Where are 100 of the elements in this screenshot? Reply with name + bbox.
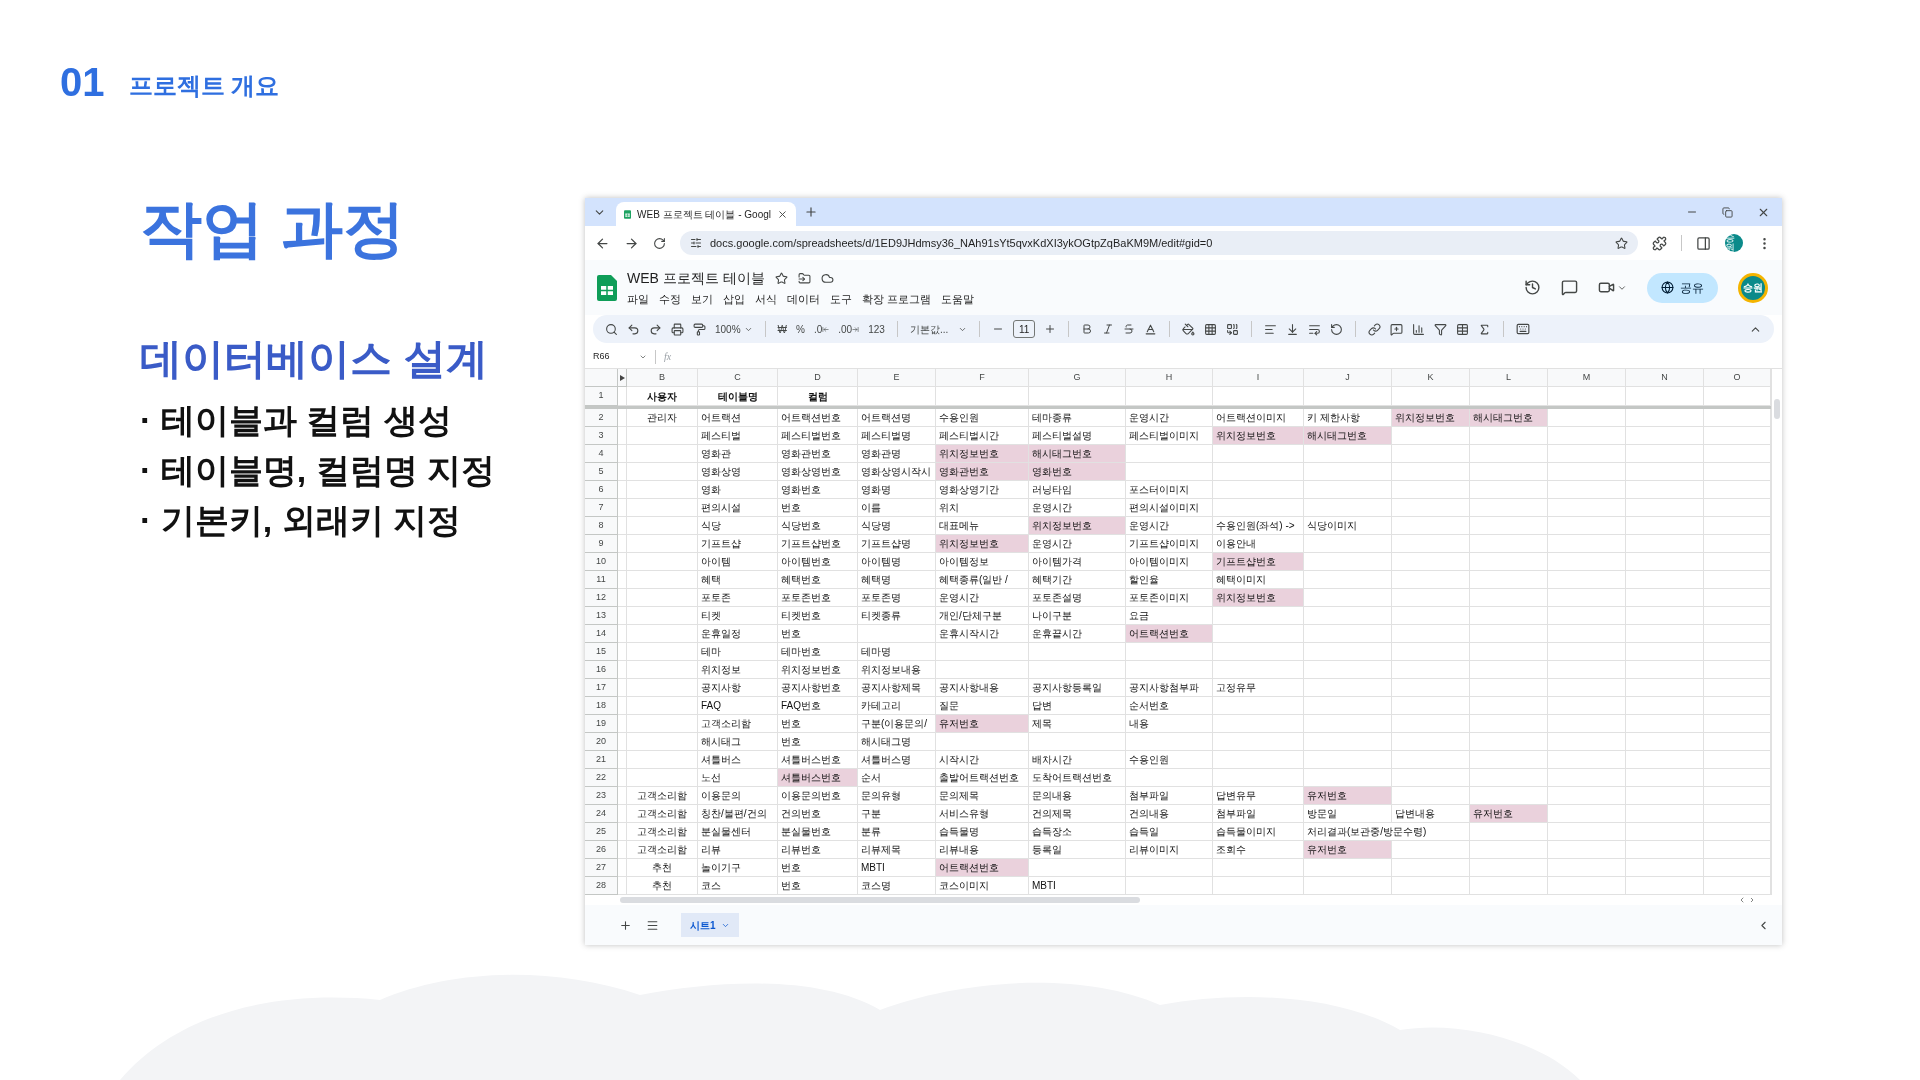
row-number[interactable]: 19 <box>585 715 618 733</box>
row-number[interactable]: 7 <box>585 499 618 517</box>
link-icon[interactable] <box>1368 322 1382 336</box>
add-comment-icon[interactable] <box>1390 322 1404 336</box>
menu-item[interactable]: 수정 <box>659 290 681 308</box>
row-number[interactable]: 14 <box>585 625 618 643</box>
cloud-icon[interactable] <box>820 271 834 285</box>
row-number[interactable]: 18 <box>585 697 618 715</box>
filter-icon[interactable] <box>1434 322 1448 336</box>
number-format[interactable]: 123 <box>868 321 885 337</box>
row-number[interactable]: 26 <box>585 841 618 859</box>
row-number[interactable]: 25 <box>585 823 618 841</box>
sheet-tab[interactable]: 시트1 <box>681 913 739 937</box>
side-panel-icon[interactable] <box>1696 235 1711 251</box>
address-bar[interactable]: docs.google.com/spreadsheets/d/1ED9JHdmsy36_NAh91sYt5qvxKdXI3ykOGtpZqBaKM9M/edit#gid=0 <box>680 231 1638 255</box>
row-number[interactable]: 12 <box>585 589 618 607</box>
row-number[interactable]: 20 <box>585 733 618 751</box>
row-number[interactable]: 17 <box>585 679 618 697</box>
menu-item[interactable]: 파일 <box>627 290 649 308</box>
menu-item[interactable]: 삽입 <box>723 290 745 308</box>
restore-icon[interactable] <box>1722 206 1733 218</box>
horizontal-scrollbar-thumb[interactable] <box>620 897 1140 903</box>
merge-cells-icon[interactable] <box>1226 322 1240 336</box>
row-number[interactable]: 9 <box>585 535 618 553</box>
increase-decimal[interactable]: .00 <box>838 321 853 337</box>
close-icon[interactable] <box>777 208 788 220</box>
scroll-right-icon[interactable] <box>1748 896 1756 904</box>
table-cell: 기프트샵번호 <box>778 535 858 553</box>
redo-icon[interactable] <box>649 322 662 336</box>
bold-icon[interactable] <box>1081 323 1094 335</box>
extensions-icon[interactable] <box>1652 235 1667 251</box>
fill-color-icon[interactable] <box>1182 322 1196 336</box>
row-number[interactable]: 4 <box>585 445 618 463</box>
percent-format[interactable]: % <box>796 321 805 337</box>
site-info-icon[interactable] <box>690 237 702 249</box>
print-icon[interactable] <box>671 322 684 336</box>
vertical-align-icon[interactable] <box>1286 322 1300 336</box>
text-rotation-icon[interactable] <box>1330 322 1344 336</box>
document-title[interactable]: WEB 프로젝트 테이블 <box>627 267 765 289</box>
strikethrough-icon[interactable] <box>1123 323 1136 335</box>
folder-icon[interactable] <box>797 271 811 285</box>
menu-item[interactable]: 데이터 <box>787 290 820 308</box>
menu-item[interactable]: 도움말 <box>941 290 975 308</box>
row-number[interactable]: 27 <box>585 859 618 877</box>
menu-item[interactable]: 확장 프로그램 <box>862 290 932 308</box>
text-color-icon[interactable] <box>1144 322 1158 336</box>
currency-format[interactable]: ₩ <box>777 321 788 337</box>
row-number[interactable]: 22 <box>585 769 618 787</box>
filter-views-icon[interactable] <box>1456 322 1470 336</box>
history-icon[interactable] <box>1524 279 1541 296</box>
row-number[interactable]: 23 <box>585 787 618 805</box>
row-number[interactable]: 3 <box>585 427 618 445</box>
forward-icon[interactable] <box>624 235 639 251</box>
all-sheets-icon[interactable] <box>646 918 659 932</box>
reload-icon[interactable] <box>653 236 666 250</box>
increase-size-icon[interactable] <box>1044 323 1057 335</box>
row-number[interactable]: 1 <box>585 387 618 406</box>
back-icon[interactable] <box>595 235 610 251</box>
comment-icon[interactable] <box>1561 279 1578 296</box>
arrow-icon[interactable] <box>822 325 830 333</box>
search-icon[interactable] <box>605 322 618 336</box>
sheets-logo-icon[interactable] <box>597 274 617 301</box>
undo-icon[interactable] <box>627 322 640 336</box>
row-number[interactable]: 11 <box>585 571 618 589</box>
star-icon[interactable] <box>774 271 788 285</box>
chart-icon[interactable] <box>1412 322 1426 336</box>
arrow-icon[interactable] <box>852 325 860 333</box>
row-number[interactable]: 8 <box>585 517 618 535</box>
font-select[interactable]: 기본값... <box>909 321 949 337</box>
scroll-left-icon[interactable] <box>1738 896 1746 904</box>
menu-item[interactable]: 보기 <box>691 290 713 308</box>
menu-item[interactable]: 도구 <box>830 290 852 308</box>
italic-icon[interactable] <box>1102 323 1115 335</box>
row-number[interactable]: 5 <box>585 463 618 481</box>
row-number[interactable]: 10 <box>585 553 618 571</box>
row-number[interactable]: 6 <box>585 481 618 499</box>
new-tab-icon[interactable] <box>804 205 818 219</box>
row-number[interactable]: 16 <box>585 661 618 679</box>
row-number[interactable]: 24 <box>585 805 618 823</box>
browser-tab[interactable]: WEB 프로젝트 테이블 - Googl <box>616 202 796 226</box>
row-number[interactable]: 2 <box>585 409 618 427</box>
zoom-select[interactable]: 100% <box>715 321 741 337</box>
borders-icon[interactable] <box>1204 322 1218 336</box>
font-size-field[interactable]: 11 <box>1013 320 1036 338</box>
share-button[interactable]: 공유 <box>1647 272 1718 303</box>
bookmark-star-icon[interactable] <box>1615 236 1628 250</box>
row-number[interactable]: 28 <box>585 877 618 895</box>
add-sheet-icon[interactable] <box>619 918 632 932</box>
paint-format-icon[interactable] <box>693 322 706 336</box>
keyboard-icon[interactable] <box>1516 322 1531 336</box>
align-icon[interactable] <box>1264 322 1278 336</box>
text-wrap-icon[interactable] <box>1308 322 1322 336</box>
row-number[interactable]: 15 <box>585 643 618 661</box>
avatar[interactable]: 승원 <box>1738 272 1768 303</box>
decrease-decimal[interactable]: .0 <box>813 321 823 337</box>
row-number[interactable]: 13 <box>585 607 618 625</box>
menu-item[interactable]: 서식 <box>755 290 777 308</box>
row-number[interactable]: 21 <box>585 751 618 769</box>
vertical-scrollbar-thumb[interactable] <box>1774 399 1780 419</box>
cell-reference[interactable]: R66 <box>593 349 610 364</box>
